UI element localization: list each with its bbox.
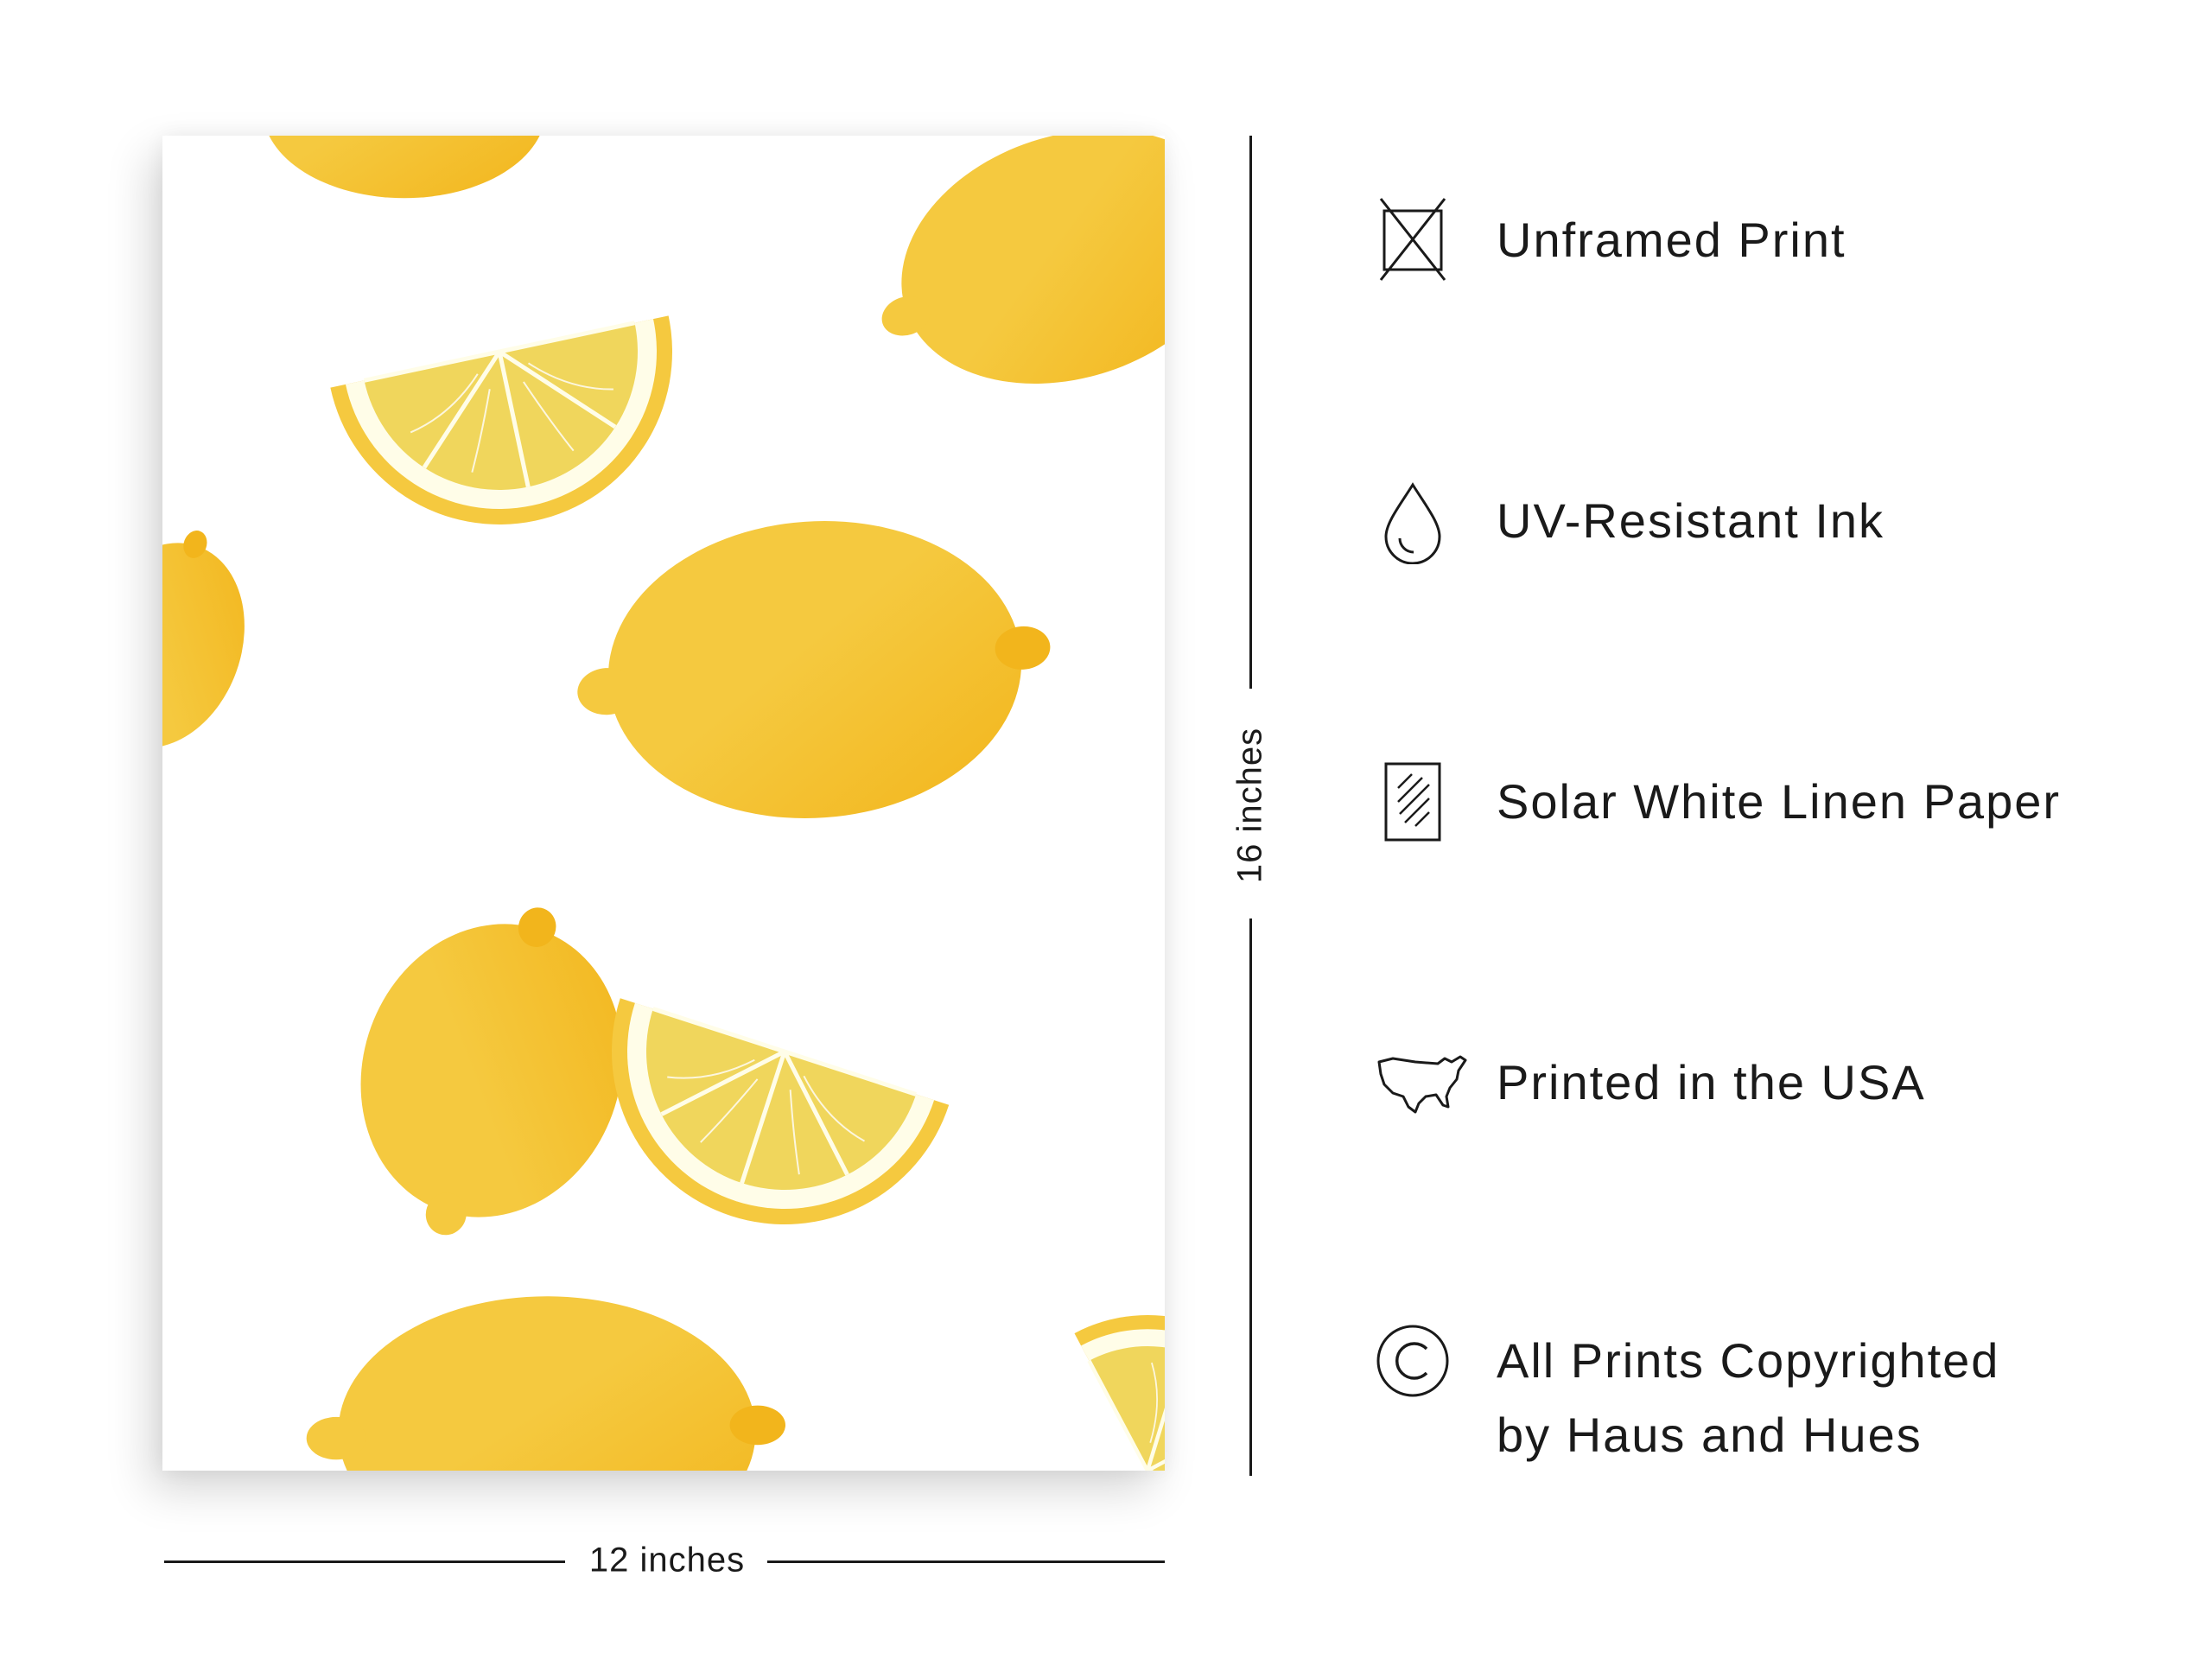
height-dimension-line-top (1249, 136, 1252, 689)
feature-label-line2: by Haus and Hues (1497, 1408, 1923, 1462)
feature-label: Unframed Print (1497, 213, 1847, 267)
feature-label: Printed in the USA (1497, 1055, 1926, 1109)
lemon-top-right (843, 136, 1165, 434)
width-dimension-label: 12 inches (588, 1541, 746, 1580)
height-dimension-label: 16 inches (1230, 727, 1269, 884)
lemon-top-left (241, 136, 567, 199)
feature-unframed-print: Unframed Print (1374, 197, 2169, 283)
unframed-print-icon (1374, 197, 1452, 283)
feature-label-line1: All Prints Copyrighted (1497, 1333, 2000, 1388)
copyright-icon (1374, 1318, 1452, 1404)
lemon-bottom (306, 1296, 785, 1471)
ink-drop-icon (1374, 478, 1452, 565)
feature-copyright: All Prints Copyrighted by Haus and Hues (1374, 1318, 2169, 1473)
lemon-left-edge (162, 505, 277, 786)
linen-paper-icon (1374, 759, 1452, 845)
lemon-center (566, 505, 1061, 835)
feature-label: UV-Resistant Ink (1497, 493, 1885, 548)
product-infographic: 16 inches 12 inches Unframed Print UV-Re… (0, 0, 2212, 1659)
width-dimension-line-left (164, 1560, 565, 1563)
feature-printed-usa: Printed in the USA (1374, 1039, 2169, 1126)
lemon-slice-bottom-right (1074, 1261, 1165, 1471)
feature-label: Solar White Linen Paper (1497, 774, 2062, 829)
height-dimension-line-bottom (1249, 918, 1252, 1476)
feature-linen-paper: Solar White Linen Paper (1374, 759, 2169, 845)
usa-map-icon (1374, 1039, 1469, 1126)
feature-uv-ink: UV-Resistant Ink (1374, 478, 2169, 565)
width-dimension-line-right (767, 1560, 1165, 1563)
lemon-print-poster (162, 136, 1165, 1471)
lemon-slice-lower (567, 998, 949, 1269)
lemon-slice-upper (330, 315, 704, 556)
lemon-pattern-artwork (162, 136, 1165, 1471)
